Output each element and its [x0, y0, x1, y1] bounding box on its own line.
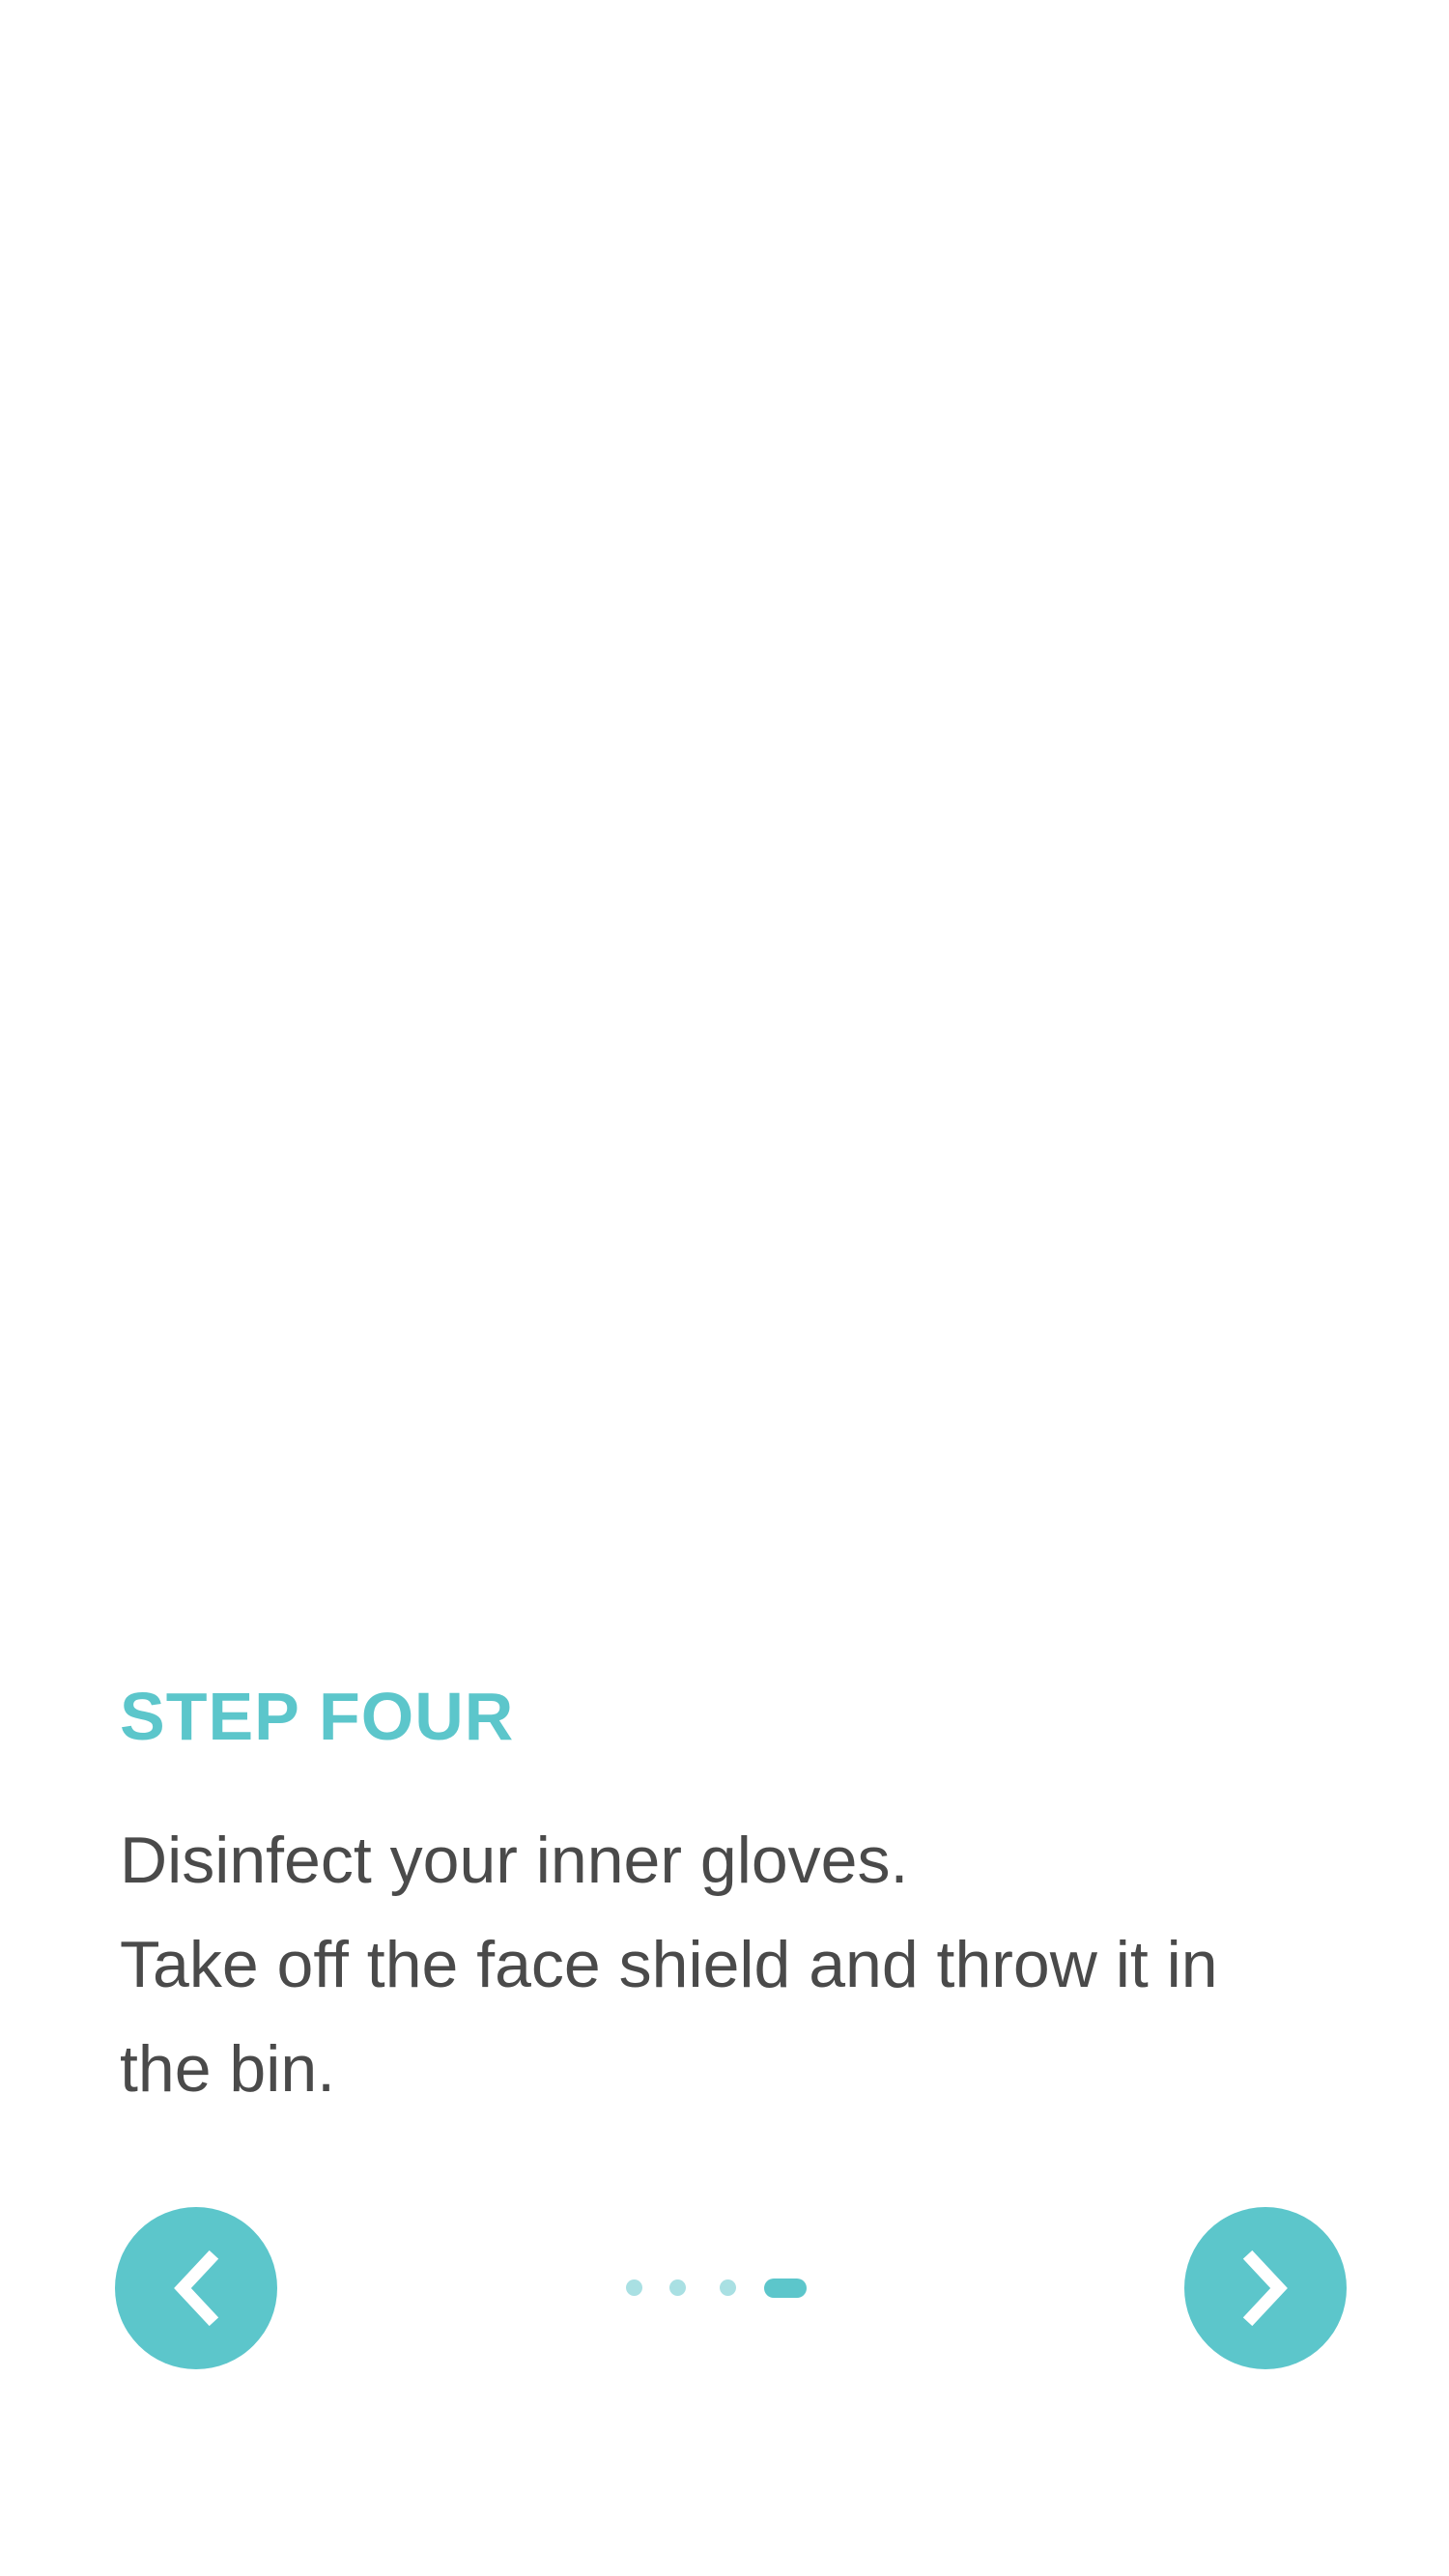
page-dot-active[interactable] [764, 2279, 807, 2298]
chevron-right-icon [1236, 2250, 1294, 2327]
step-instructions: Disinfect your inner gloves. Take off th… [120, 1808, 1308, 2121]
page-dot[interactable] [720, 2279, 736, 2296]
step-illustration [0, 0, 1449, 1642]
page-dot[interactable] [669, 2279, 686, 2296]
instruction-line: the bin. [120, 2032, 336, 2106]
page-dot[interactable] [626, 2279, 642, 2296]
step-title: STEP FOUR [120, 1679, 515, 1754]
instruction-line: Take off the face shield and throw it in [120, 1928, 1218, 2001]
instruction-line: Disinfect your inner gloves. [120, 1824, 909, 1897]
next-step-button[interactable] [1184, 2207, 1347, 2369]
